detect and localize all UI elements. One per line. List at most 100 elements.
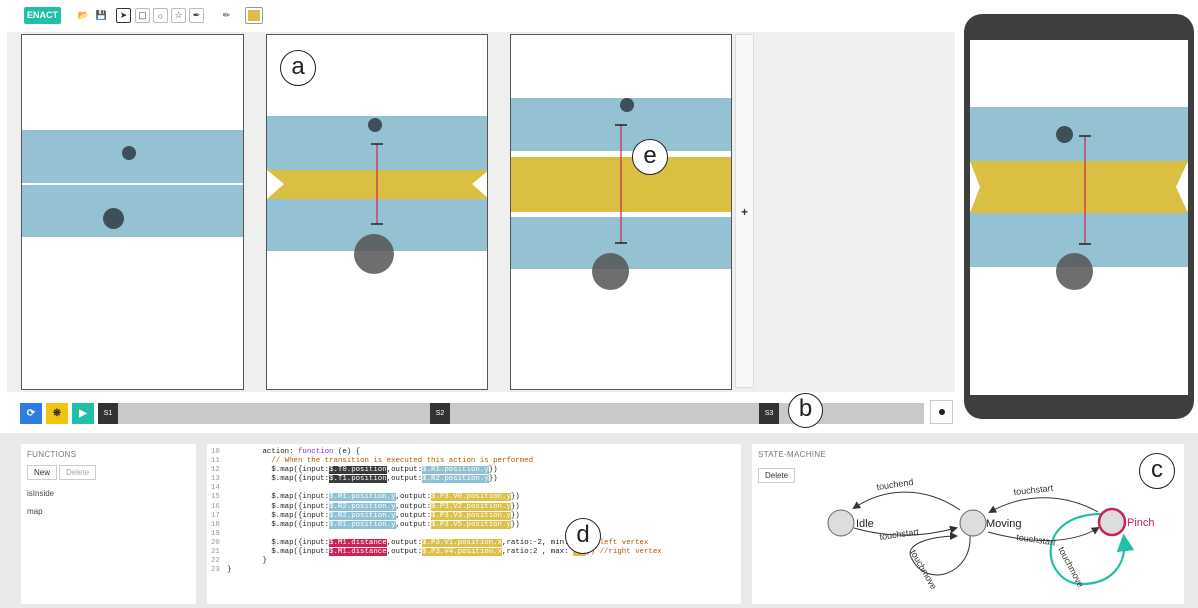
touch-point-t1[interactable]: [103, 208, 124, 229]
delete-function-button[interactable]: Delete: [59, 465, 97, 480]
code-token: $.map({input:: [227, 502, 330, 511]
code-line[interactable]: 23}: [211, 566, 737, 575]
line-number: 19: [211, 529, 220, 538]
touch-point-t1[interactable]: [354, 234, 394, 274]
debug-bug-icon[interactable]: ❋: [46, 403, 68, 424]
state-machine-graph[interactable]: touchend touchstart touchmove touchstart…: [752, 444, 1184, 604]
line-number: 11: [211, 457, 220, 466]
folder-open-icon[interactable]: 📂: [76, 8, 91, 23]
edge-label-touchstart-1: touchstart: [879, 527, 920, 542]
record-button[interactable]: [930, 400, 953, 424]
code-line[interactable]: 13 $.map({input:$.T1.position,output:$.R…: [211, 475, 737, 484]
function-item-map[interactable]: map: [27, 507, 190, 516]
state-screen-2[interactable]: a: [266, 34, 488, 390]
line-number: 12: [211, 466, 220, 475]
touch-point-t0[interactable]: [620, 98, 634, 112]
state-screen-3[interactable]: e: [510, 34, 732, 390]
code-line[interactable]: 10 action: function (e) {: [211, 448, 737, 457]
code-token: $.P3.V0.position.y: [431, 493, 511, 502]
code-line[interactable]: 18 $.map({input:$.R1.position.y,output:$…: [211, 520, 737, 530]
code-token: $.R2.position.y: [422, 475, 489, 484]
code-token: function: [297, 448, 334, 456]
save-icon[interactable]: 💾: [94, 8, 109, 23]
code-token: action:: [227, 448, 298, 456]
line-number: 21: [211, 548, 220, 557]
code-line[interactable]: 22 }: [211, 557, 737, 566]
code-line[interactable]: 17 $.map({input:$.R2.position.y,output:$…: [211, 511, 737, 521]
touch-point-t1[interactable]: [592, 253, 629, 290]
circle-icon[interactable]: ○: [153, 8, 168, 23]
code-token: (e) {: [333, 448, 361, 456]
code-token: ,output:: [386, 548, 423, 557]
code-token: $.map({input:: [227, 466, 330, 475]
code-token: ,output:: [395, 502, 432, 511]
state-label-pinch: Pinch: [1127, 517, 1155, 529]
code-token: }) //right vertex: [586, 548, 662, 557]
code-line[interactable]: 19: [211, 530, 737, 539]
code-token: ,ratio:-2, min:: [502, 538, 573, 547]
touch-point-t1: [1056, 253, 1093, 290]
state-marker-s3[interactable]: S3: [759, 403, 779, 424]
blue-rect-r2[interactable]: [22, 185, 243, 237]
code-token: ,output:: [395, 511, 432, 520]
code-editor[interactable]: 10 action: function (e) {11 // When the …: [207, 444, 741, 604]
line-number: 20: [211, 538, 220, 547]
color-swatch[interactable]: [245, 7, 263, 24]
swatch-fill: [248, 10, 260, 21]
code-token: $.T1.position: [329, 475, 387, 484]
code-line[interactable]: 15 $.map({input:$.R1.position.y,output:$…: [211, 493, 737, 502]
pen-icon[interactable]: ✒: [189, 8, 204, 23]
functions-panel: FUNCTIONS New Delete isInside map: [21, 444, 196, 604]
state-marker-s2[interactable]: S2: [430, 403, 450, 424]
pencil-icon[interactable]: ✏: [219, 8, 234, 23]
callout-e: e: [632, 139, 668, 175]
code-token: $.R2.position.y: [329, 511, 396, 520]
touch-point-t0[interactable]: [368, 118, 382, 132]
function-item-isinside[interactable]: isInside: [27, 489, 190, 498]
code-token: $.map({input:: [227, 475, 330, 484]
pointer-icon[interactable]: ➤: [116, 8, 131, 23]
code-token: }): [488, 466, 498, 475]
state-node-pinch: [1097, 507, 1127, 537]
state-node-idle: [827, 509, 855, 537]
rounded-rect-icon[interactable]: ▢: [135, 8, 150, 23]
state-label-idle: Idle: [856, 518, 874, 530]
code-token: }): [510, 502, 520, 511]
line-number: 23: [211, 566, 220, 575]
code-line[interactable]: 21 $.map({input:$.M1.distance,output:$.P…: [211, 548, 737, 557]
line-number: 18: [211, 520, 220, 529]
distance-measure-m1[interactable]: [367, 140, 387, 226]
code-line[interactable]: 16 $.map({input:$.R2.position.y,output:$…: [211, 502, 737, 512]
code-content[interactable]: 10 action: function (e) {11 // When the …: [211, 448, 737, 575]
line-number: 10: [211, 448, 220, 456]
state-screen-1[interactable]: [21, 34, 244, 390]
code-token: $.R2.position.y: [329, 502, 396, 511]
edge-touchstart-2: [988, 497, 1099, 513]
code-line[interactable]: 20 $.map({input:$.M1.distance,output:$.P…: [211, 538, 737, 548]
code-token: }: [227, 566, 232, 575]
touch-point-t0: [1056, 126, 1073, 143]
add-screen-button[interactable]: +: [735, 34, 754, 388]
state-marker-s1[interactable]: S1: [98, 403, 118, 424]
star-icon[interactable]: ☆: [171, 8, 186, 23]
code-token: }): [510, 511, 520, 520]
play-icon[interactable]: ▶: [72, 403, 94, 424]
touch-point-t0[interactable]: [122, 146, 136, 160]
code-token: $.R1.position.y: [329, 493, 396, 502]
code-token: $.map({input:: [227, 493, 330, 502]
code-line[interactable]: 14: [211, 484, 737, 493]
distance-measure-m1[interactable]: [611, 121, 631, 245]
code-token: ,output:: [386, 538, 423, 547]
new-function-button[interactable]: New: [27, 465, 58, 480]
code-token: $.R1.position.y: [329, 520, 396, 529]
code-token: }): [488, 475, 498, 484]
code-token: $.M1.distance: [329, 538, 387, 547]
code-token: $.P3.V1.position.x: [422, 538, 503, 547]
code-line[interactable]: 11 // When the transition is executed th…: [211, 457, 737, 466]
enact-logo: ENACT: [24, 7, 61, 24]
phone-screen[interactable]: [970, 40, 1188, 395]
refresh-icon[interactable]: ⟳: [20, 403, 42, 424]
code-line[interactable]: 12 $.map({input:$.T0.position,output:$.R…: [211, 466, 737, 475]
edge-label-touchstart-2: touchstart: [1013, 483, 1054, 497]
distance-measure-m1: [1079, 135, 1091, 245]
